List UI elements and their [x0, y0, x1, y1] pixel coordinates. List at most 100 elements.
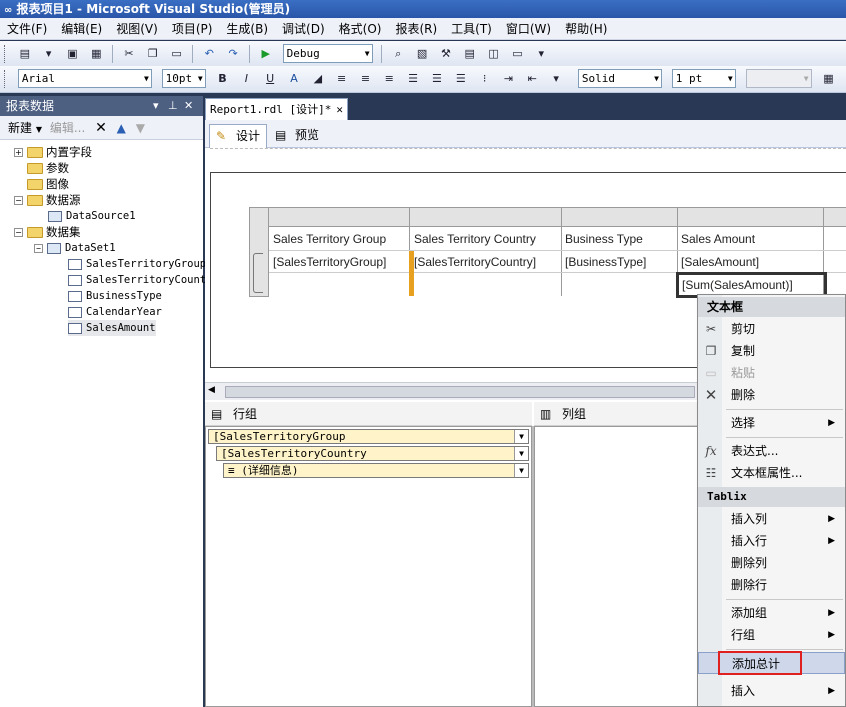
menu-item[interactable]: 格式(O): [332, 18, 389, 40]
paste-icon[interactable]: ▭: [168, 45, 186, 63]
menu-item[interactable]: 视图(V): [109, 18, 165, 40]
menu-item[interactable]: 窗口(W): [499, 18, 558, 40]
menu-item-textbox-properties[interactable]: ☷ 文本框属性...: [698, 462, 845, 484]
bullets-icon[interactable]: ⁝: [476, 70, 494, 88]
tab-preview[interactable]: ▤ 预览: [269, 124, 329, 148]
menu-item-select[interactable]: 选择 ▶: [698, 412, 845, 434]
find-icon[interactable]: ⌕: [389, 45, 407, 63]
tree-node-field[interactable]: CalendarYear: [68, 304, 162, 320]
menu-item-row-group[interactable]: 行组 ▶: [698, 624, 845, 646]
toolbox-icon[interactable]: ▤: [461, 45, 479, 63]
menu-item[interactable]: 文件(F): [0, 18, 54, 40]
border-color-select[interactable]: ▼: [745, 69, 812, 88]
align-top-icon[interactable]: ☰: [404, 70, 422, 88]
font-select[interactable]: Arial ▼: [17, 69, 152, 88]
detail-cell[interactable]: [SalesTerritoryCountry]: [414, 251, 561, 273]
toolbar-options-icon[interactable]: ▾: [547, 70, 565, 88]
move-down-icon[interactable]: ▼: [136, 121, 145, 135]
header-cell[interactable]: Sales Territory Group: [273, 228, 409, 250]
scroll-left-icon[interactable]: ◀: [208, 385, 215, 395]
object-browser-icon[interactable]: ◫: [485, 45, 503, 63]
new-button[interactable]: 新建 ▼: [8, 121, 42, 135]
tree-node-datasource1[interactable]: DataSource1: [48, 208, 136, 224]
indent-icon[interactable]: ⇥: [499, 70, 517, 88]
tree-node-datasets[interactable]: − 数据集: [14, 224, 81, 240]
edit-button[interactable]: 编辑...: [50, 121, 85, 135]
properties-icon[interactable]: ⚒: [437, 45, 455, 63]
header-cell[interactable]: Business Type: [565, 228, 677, 250]
save-all-icon[interactable]: ▦: [87, 45, 105, 63]
menu-item[interactable]: 调试(D): [275, 18, 332, 40]
tree-node-builtin-fields[interactable]: + 内置字段: [14, 144, 92, 160]
tree-node-dataset1[interactable]: − DataSet1: [34, 240, 116, 256]
panel-menu-icon[interactable]: ▾: [153, 96, 159, 116]
outdent-icon[interactable]: ⇤: [523, 70, 541, 88]
detail-cell[interactable]: [SalesTerritoryGroup]: [273, 251, 409, 273]
menu-item-copy[interactable]: ❐ 复制: [698, 340, 845, 362]
menu-item[interactable]: 项目(P): [165, 18, 220, 40]
menu-item-delete[interactable]: ✕ 删除: [698, 384, 845, 406]
document-tab[interactable]: Report1.rdl [设计]* ✕: [205, 98, 348, 120]
menu-item-delete-column[interactable]: 删除列: [698, 552, 845, 574]
scroll-thumb[interactable]: [225, 386, 695, 398]
new-project-icon[interactable]: ▤: [16, 45, 34, 63]
underline-icon[interactable]: U: [261, 70, 279, 88]
border-style-select[interactable]: Solid ▼: [577, 69, 662, 88]
chevron-down-icon[interactable]: ▼: [514, 464, 528, 477]
expand-icon[interactable]: +: [14, 148, 23, 157]
collapse-icon[interactable]: −: [14, 228, 23, 237]
tablix-column-handles[interactable]: [249, 207, 846, 227]
detail-cell[interactable]: [BusinessType]: [565, 251, 677, 273]
pin-icon[interactable]: ⊥: [168, 96, 178, 116]
menu-item-add-group[interactable]: 添加组 ▶: [698, 602, 845, 624]
collapse-icon[interactable]: −: [14, 196, 23, 205]
menu-item-insert[interactable]: 插入 ▶: [698, 680, 845, 702]
cut-icon[interactable]: ✂: [120, 45, 138, 63]
tree-node-parameters[interactable]: 参数: [27, 160, 69, 176]
collapse-icon[interactable]: −: [34, 243, 43, 253]
menu-item-paste[interactable]: ▭ 粘贴: [698, 362, 845, 384]
chevron-down-icon[interactable]: ▼: [514, 430, 528, 443]
menu-item[interactable]: 工具(T): [444, 18, 499, 40]
toolbar-grip[interactable]: [4, 70, 7, 88]
menu-item[interactable]: 帮助(H): [558, 18, 614, 40]
header-cell[interactable]: Sales Amount: [681, 228, 823, 250]
redo-icon[interactable]: ↷: [224, 45, 242, 63]
row-group-item[interactable]: [SalesTerritoryCountry ▼: [216, 446, 529, 461]
solution-config-select[interactable]: Debug ▼: [282, 44, 373, 63]
tree-node-field[interactable]: BusinessType: [68, 288, 162, 304]
detail-cell[interactable]: [SalesAmount]: [681, 251, 823, 273]
tree-node-field[interactable]: SalesTerritoryCountry: [68, 272, 219, 288]
font-color-icon[interactable]: A: [285, 70, 303, 88]
tree-node-field[interactable]: SalesTerritoryGroup: [68, 256, 206, 272]
tree-node-images[interactable]: 图像: [27, 176, 69, 192]
move-up-icon[interactable]: ▲: [117, 121, 126, 135]
align-left-icon[interactable]: ≡: [333, 70, 351, 88]
bold-icon[interactable]: B: [213, 70, 231, 88]
menu-item-insert-row[interactable]: 插入行 ▶: [698, 530, 845, 552]
toolbar-options-icon[interactable]: ▾: [532, 45, 550, 63]
menu-item-insert-column[interactable]: 插入列 ▶: [698, 508, 845, 530]
delete-icon[interactable]: ✕: [95, 120, 107, 136]
open-file-icon[interactable]: ▾: [40, 45, 58, 63]
align-center-icon[interactable]: ≡: [356, 70, 374, 88]
borders-icon[interactable]: ▦: [819, 70, 837, 88]
background-color-icon[interactable]: ◢: [309, 70, 327, 88]
border-width-select[interactable]: 1 pt ▼: [671, 69, 736, 88]
menu-item[interactable]: 生成(B): [219, 18, 275, 40]
align-middle-icon[interactable]: ☰: [428, 70, 446, 88]
header-cell[interactable]: Sales Territory Country: [414, 228, 561, 250]
command-window-icon[interactable]: ▭: [508, 45, 526, 63]
close-icon[interactable]: ✕: [184, 96, 193, 116]
align-bottom-icon[interactable]: ☰: [452, 70, 470, 88]
tab-design[interactable]: ✎ 设计: [209, 124, 267, 148]
menu-item-cut[interactable]: ✂ 剪切: [698, 318, 845, 340]
row-group-item[interactable]: [SalesTerritoryGroup ▼: [208, 429, 529, 444]
font-size-select[interactable]: 10pt ▼: [161, 69, 206, 88]
menu-item-delete-row[interactable]: 删除行: [698, 574, 845, 596]
save-icon[interactable]: ▣: [63, 45, 81, 63]
close-tab-icon[interactable]: ✕: [336, 99, 343, 120]
solution-explorer-icon[interactable]: ▧: [413, 45, 431, 63]
tree-node-datasources[interactable]: − 数据源: [14, 192, 81, 208]
italic-icon[interactable]: I: [237, 70, 255, 88]
